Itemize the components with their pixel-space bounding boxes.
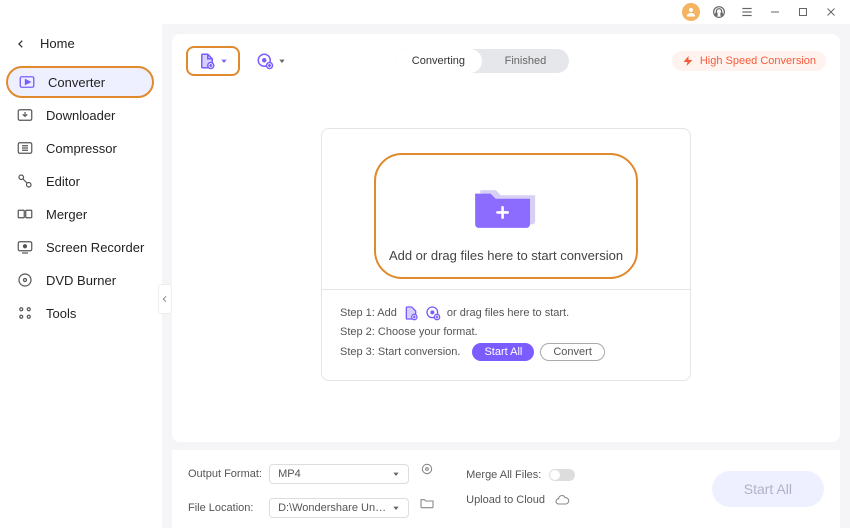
- sidebar-item-label: Compressor: [46, 141, 117, 156]
- compressor-icon: [16, 139, 34, 157]
- open-folder-icon[interactable]: [418, 494, 436, 512]
- sidebar: Home Converter Downloader Compressor Edi…: [0, 24, 162, 528]
- merge-all-label: Merge All Files:: [466, 469, 541, 481]
- sidebar-item-label: Tools: [46, 306, 76, 321]
- lightning-icon: [682, 55, 694, 67]
- maximize-icon[interactable]: [794, 3, 812, 21]
- sidebar-item-dvd-burner[interactable]: DVD Burner: [8, 264, 154, 296]
- dvd-burner-icon: [16, 271, 34, 289]
- sidebar-item-label: Converter: [48, 75, 105, 90]
- step1-prefix: Step 1: Add: [340, 307, 397, 319]
- output-format-label: Output Format:: [188, 468, 266, 480]
- tab-finished[interactable]: Finished: [482, 49, 569, 73]
- chevron-down-icon: [220, 57, 228, 65]
- hsc-label: High Speed Conversion: [700, 55, 816, 67]
- add-file-button[interactable]: [186, 46, 240, 76]
- sidebar-collapse[interactable]: [158, 284, 172, 314]
- tools-icon: [16, 304, 34, 322]
- sidebar-item-converter[interactable]: Converter: [6, 66, 154, 98]
- screen-recorder-icon: [16, 238, 34, 256]
- sidebar-item-compressor[interactable]: Compressor: [8, 132, 154, 164]
- user-avatar[interactable]: [682, 3, 700, 21]
- add-folder-button[interactable]: [250, 48, 292, 74]
- disc-plus-icon[interactable]: [425, 305, 441, 321]
- footer: Output Format: MP4 File Location: D:\Won…: [172, 450, 840, 528]
- sidebar-item-screen-recorder[interactable]: Screen Recorder: [8, 231, 154, 263]
- converter-icon: [18, 73, 36, 91]
- file-location-value: D:\Wondershare UniConverter 1: [278, 502, 388, 514]
- file-location-label: File Location:: [188, 502, 266, 514]
- chevron-down-icon: [278, 57, 286, 65]
- main-area: Converting Finished High Speed Conversio…: [162, 24, 850, 528]
- sidebar-item-merger[interactable]: Merger: [8, 198, 154, 230]
- home-link[interactable]: Home: [8, 28, 154, 65]
- merger-icon: [16, 205, 34, 223]
- sidebar-item-downloader[interactable]: Downloader: [8, 99, 154, 131]
- step2: Step 2: Choose your format.: [340, 326, 478, 338]
- file-plus-icon[interactable]: [403, 305, 419, 321]
- drop-card: Add or drag files here to start conversi…: [321, 128, 691, 381]
- cloud-icon[interactable]: [553, 491, 571, 509]
- merge-all-toggle[interactable]: [549, 469, 575, 481]
- chevron-left-icon: [161, 295, 169, 303]
- sidebar-item-tools[interactable]: Tools: [8, 297, 154, 329]
- minimize-icon[interactable]: [766, 3, 784, 21]
- sidebar-item-label: Downloader: [46, 108, 115, 123]
- home-label: Home: [40, 36, 75, 51]
- file-location-select[interactable]: D:\Wondershare UniConverter 1: [269, 498, 409, 518]
- start-all-button[interactable]: Start All: [712, 471, 824, 507]
- support-icon[interactable]: [710, 3, 728, 21]
- downloader-icon: [16, 106, 34, 124]
- output-format-value: MP4: [278, 468, 301, 480]
- chevron-down-icon: [392, 504, 400, 512]
- high-speed-conversion-toggle[interactable]: High Speed Conversion: [672, 51, 826, 71]
- step3: Step 3: Start conversion.: [340, 346, 460, 358]
- sidebar-item-label: DVD Burner: [46, 273, 116, 288]
- disc-plus-icon: [256, 52, 274, 70]
- upload-cloud-label: Upload to Cloud: [466, 494, 545, 506]
- close-icon[interactable]: [822, 3, 840, 21]
- sidebar-item-editor[interactable]: Editor: [8, 165, 154, 197]
- convert-pill[interactable]: Convert: [540, 343, 605, 361]
- chevron-left-icon: [16, 39, 26, 49]
- folder-plus-icon: [461, 173, 551, 238]
- drop-zone[interactable]: Add or drag files here to start conversi…: [374, 153, 638, 279]
- menu-icon[interactable]: [738, 3, 756, 21]
- sidebar-item-label: Editor: [46, 174, 80, 189]
- sidebar-item-label: Merger: [46, 207, 87, 222]
- file-plus-icon: [198, 52, 216, 70]
- step1-suffix: or drag files here to start.: [447, 307, 569, 319]
- editor-icon: [16, 172, 34, 190]
- format-settings-icon[interactable]: [418, 460, 436, 478]
- tab-converting[interactable]: Converting: [395, 49, 482, 73]
- output-format-select[interactable]: MP4: [269, 464, 409, 484]
- status-segmented: Converting Finished: [395, 49, 569, 73]
- drop-message: Add or drag files here to start conversi…: [389, 248, 623, 263]
- chevron-down-icon: [392, 470, 400, 478]
- start-all-pill[interactable]: Start All: [472, 343, 534, 361]
- sidebar-item-label: Screen Recorder: [46, 240, 144, 255]
